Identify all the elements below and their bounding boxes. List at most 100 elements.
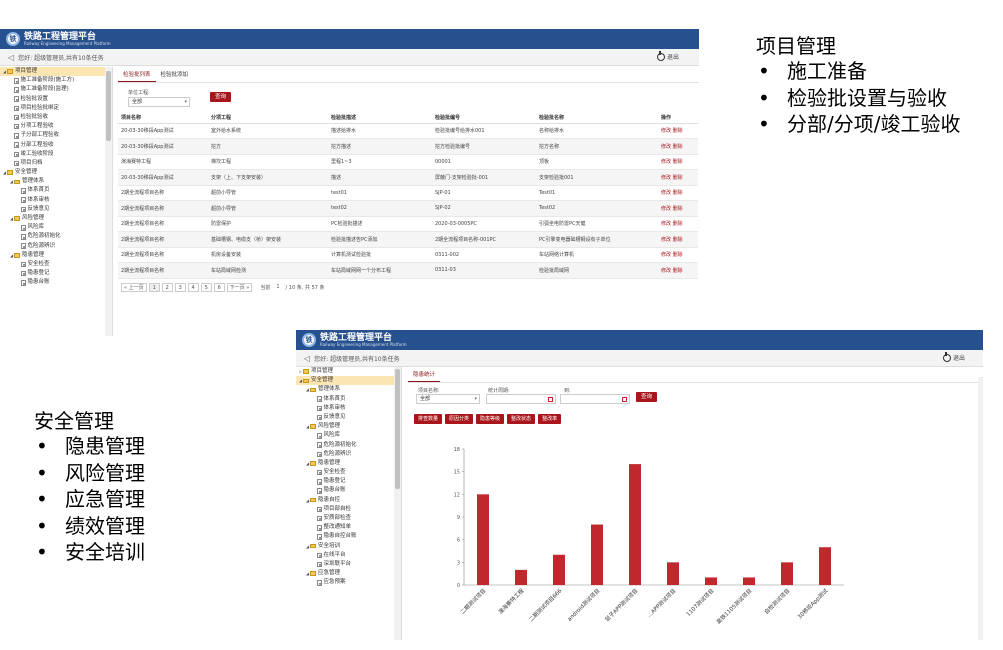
stat-button[interactable]: 原因分类: [445, 414, 474, 424]
tree-item-label: 分项工程验收: [20, 123, 54, 130]
row-actions[interactable]: 修改 删除: [658, 216, 698, 232]
row-actions[interactable]: 修改 删除: [658, 200, 698, 217]
query-button[interactable]: 查询: [210, 92, 232, 102]
tree-item[interactable]: ◢ 隐患自控: [296, 496, 401, 505]
tree-item-label: 应急管理: [318, 570, 341, 577]
page-number-button[interactable]: 4: [187, 282, 199, 292]
tree-item[interactable]: 检验批验收: [0, 113, 112, 122]
tree-item[interactable]: 安全检查: [0, 260, 112, 269]
project-select[interactable]: 全部: [416, 394, 480, 404]
tree-item[interactable]: 项目归档: [0, 159, 112, 168]
unit-project-select[interactable]: 全部: [128, 97, 190, 107]
tree-item[interactable]: 体系审核: [296, 404, 401, 413]
calendar-icon[interactable]: [548, 397, 553, 402]
tree-item[interactable]: 安全检查: [296, 468, 401, 477]
row-actions[interactable]: 修改 删除: [658, 154, 698, 170]
row-actions[interactable]: 修改 删除: [658, 123, 698, 139]
tree-item[interactable]: 危险源初始化: [296, 441, 401, 450]
end-date-input[interactable]: [560, 394, 630, 404]
table-cell: 2期全流程项目名称: [118, 247, 208, 263]
tree-item[interactable]: 危险源辨识: [0, 242, 112, 251]
stat-button[interactable]: 隐患等级: [476, 414, 505, 424]
tree-item[interactable]: 深圳联平台: [296, 560, 401, 569]
tree-item[interactable]: ▷ 项目管理: [296, 367, 401, 376]
table-cell: 里程1~3: [328, 154, 432, 170]
tree-item[interactable]: 应急预案: [296, 578, 401, 587]
tab-hazard-stats[interactable]: 隐患统计: [408, 367, 441, 382]
tree-item[interactable]: 隐患自控台账: [296, 532, 401, 541]
tree-item[interactable]: 隐患登记: [0, 269, 112, 278]
page-number-button[interactable]: 5: [200, 282, 212, 292]
page-number-button[interactable]: 6: [213, 282, 225, 292]
row-actions[interactable]: 修改 删除: [658, 138, 698, 155]
tree-item[interactable]: 危险源初始化: [0, 232, 112, 241]
header-bar: 铁 铁路工程管理平台 Railway Engineering Managemen…: [296, 330, 983, 350]
tree-item[interactable]: ◢ 隐患管理: [296, 459, 401, 468]
stat-button[interactable]: 排查数量: [414, 414, 443, 424]
tree-item[interactable]: 子分部工程验收: [0, 131, 112, 140]
stat-button-group: 排查数量 原因分类 隐患等级 整改状态 整改率: [414, 414, 983, 424]
tree-item[interactable]: 风险库: [0, 223, 112, 232]
table-cell: 20-03-30移段App测试: [118, 138, 208, 155]
table-cell: 机房设备安装: [208, 247, 328, 263]
tree-item[interactable]: ◢ 风险管理: [296, 422, 401, 431]
tree-item[interactable]: 隐患台账: [0, 278, 112, 287]
page-number-button[interactable]: 1: [148, 282, 160, 292]
tree-item[interactable]: 项目部自检: [296, 505, 401, 514]
logout-button[interactable]: 退出: [656, 50, 679, 61]
tree-item[interactable]: 整改通知单: [296, 523, 401, 532]
tree-item[interactable]: 体系首页: [296, 395, 401, 404]
sidebar-scrollbar[interactable]: [105, 67, 112, 336]
tree-item[interactable]: 施工准备阶段(施工方): [0, 76, 112, 85]
calendar-icon[interactable]: [622, 397, 627, 402]
tree-item[interactable]: 竣工验收阶段: [0, 150, 112, 159]
pagination: « 上一页 123456 下一页 » 当前 1 / 10 条, 共 57 条: [121, 282, 699, 292]
tree-item[interactable]: 风险库: [296, 431, 401, 440]
tree-item[interactable]: 检验批设置: [0, 95, 112, 104]
tree-item[interactable]: 分项工程验收: [0, 122, 112, 131]
tree-item[interactable]: ◢ 项目管理: [0, 67, 112, 77]
tree-item[interactable]: 隐患登记: [296, 477, 401, 486]
tab-inspection-add[interactable]: 检验批添加: [156, 67, 194, 82]
query-button[interactable]: 查询: [636, 392, 658, 402]
sidebar-scrollbar[interactable]: [394, 367, 401, 640]
tree-item[interactable]: ◢ 安全管理: [0, 168, 112, 177]
tree-item[interactable]: ◢ 管理体系: [296, 385, 401, 394]
tree-item[interactable]: 反馈意见: [0, 205, 112, 214]
tree-item[interactable]: 危险源辨识: [296, 450, 401, 459]
tree-item[interactable]: ◢ 安全管理: [296, 376, 401, 386]
current-page-value[interactable]: 1: [276, 284, 279, 290]
row-actions[interactable]: 修改 删除: [658, 185, 698, 201]
page-number-button[interactable]: 2: [161, 282, 173, 292]
tree-item[interactable]: ◢ 安全培训: [296, 542, 401, 551]
stat-button[interactable]: 整改率: [538, 414, 562, 424]
x-tick-label: 高铁1105测试项目: [715, 587, 754, 626]
start-date-input[interactable]: [486, 394, 556, 404]
logout-button[interactable]: 退出: [942, 351, 965, 362]
row-actions[interactable]: 修改 删除: [658, 169, 698, 186]
tree-item[interactable]: 隐患台账: [296, 486, 401, 495]
page-number-button[interactable]: 3: [174, 282, 186, 292]
row-actions[interactable]: 修改 删除: [658, 231, 698, 248]
tree-item[interactable]: ◢ 应急管理: [296, 569, 401, 578]
tree-item[interactable]: 施工准备阶段(监理): [0, 85, 112, 94]
main-scrollbar[interactable]: [978, 377, 983, 640]
tree-item[interactable]: 分部工程验收: [0, 141, 112, 150]
next-page-button[interactable]: 下一页 »: [226, 282, 253, 292]
column-header: 检验批描述: [328, 113, 432, 124]
tree-item[interactable]: 体系审核: [0, 196, 112, 205]
row-actions[interactable]: 修改 删除: [658, 247, 698, 263]
tree-item[interactable]: 反馈意见: [296, 413, 401, 422]
row-actions[interactable]: 修改 删除: [658, 262, 698, 279]
tree-item[interactable]: 项目检验批绑定: [0, 104, 112, 113]
tree-item[interactable]: ◢ 管理体系: [0, 177, 112, 186]
tree-item[interactable]: 安质部检查: [296, 514, 401, 523]
tree-item[interactable]: ◢ 隐患管理: [0, 251, 112, 260]
tree-item[interactable]: 体系首页: [0, 186, 112, 195]
tree-item[interactable]: 在线平台: [296, 551, 401, 560]
prev-page-button[interactable]: « 上一页: [121, 282, 147, 292]
tree-item[interactable]: ◢ 风险管理: [0, 214, 112, 223]
stat-button[interactable]: 整改状态: [507, 414, 536, 424]
speaker-icon: ◁: [8, 52, 15, 62]
tab-inspection-list[interactable]: 检验批列表: [118, 67, 156, 82]
